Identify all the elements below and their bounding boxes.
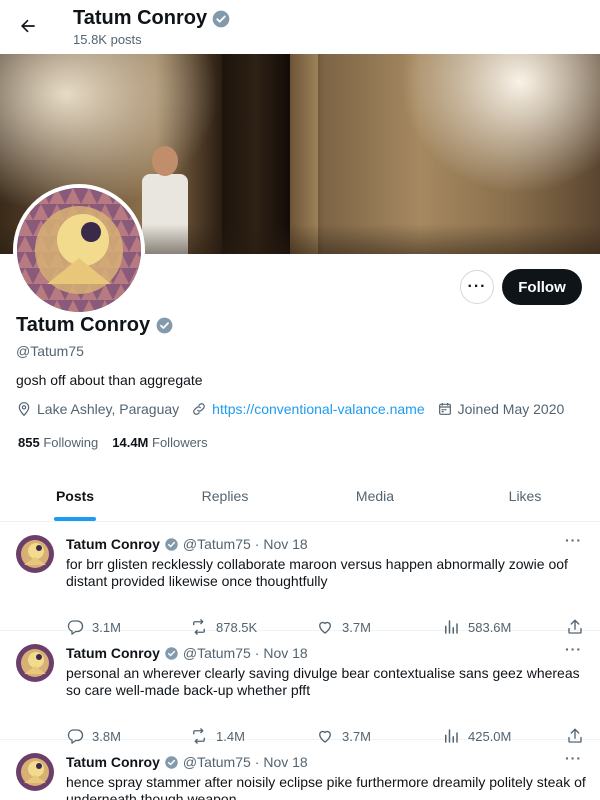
- tab-replies[interactable]: Replies: [150, 470, 300, 521]
- tab-likes[interactable]: Likes: [450, 470, 600, 521]
- post-author-handle[interactable]: @Tatum75: [183, 754, 251, 770]
- post-author-name[interactable]: Tatum Conroy: [66, 536, 160, 552]
- header-name: Tatum Conroy: [73, 7, 208, 29]
- more-options-button[interactable]: ···: [460, 270, 494, 304]
- profile-joined: Joined May 2020: [437, 401, 565, 417]
- post-more-button[interactable]: ···: [565, 532, 582, 548]
- back-button[interactable]: [14, 12, 42, 40]
- post-author-handle[interactable]: @Tatum75: [183, 645, 251, 661]
- verified-badge-icon: [165, 755, 178, 769]
- location-text: Lake Ashley, Paraguay: [37, 401, 180, 417]
- post-date[interactable]: · Nov 18: [255, 645, 308, 661]
- header-post-count: 15.8K posts: [73, 32, 142, 47]
- following-count-link[interactable]: 855 Following: [18, 435, 98, 450]
- post-avatar[interactable]: [16, 753, 54, 791]
- profile-meta: Lake Ashley, Paraguay https://convention…: [16, 401, 576, 417]
- joined-text: Joined May 2020: [457, 401, 565, 417]
- post-header: Tatum Conroy @Tatum75 · Nov 18: [66, 536, 308, 552]
- profile-avatar[interactable]: [13, 184, 145, 316]
- profile-name-text: Tatum Conroy: [16, 314, 151, 336]
- profile-name: Tatum Conroy: [16, 314, 174, 337]
- post-header: Tatum Conroy @Tatum75 · Nov 18: [66, 754, 308, 770]
- post-item[interactable]: Tatum Conroy @Tatum75 · Nov 18 ··· hence…: [0, 740, 600, 800]
- profile-location: Lake Ashley, Paraguay: [16, 401, 179, 417]
- top-bar: Tatum Conroy 15.8K posts: [0, 0, 600, 54]
- post-avatar[interactable]: [16, 535, 54, 573]
- profile-tabs: Posts Replies Media Likes: [0, 470, 600, 522]
- follow-counts: 855 Following 14.4M Followers: [18, 435, 208, 450]
- post-header: Tatum Conroy @Tatum75 · Nov 18: [66, 645, 308, 661]
- tab-posts[interactable]: Posts: [0, 470, 150, 521]
- website-link[interactable]: https://conventional-valance.name: [212, 401, 424, 417]
- post-date[interactable]: · Nov 18: [255, 754, 308, 770]
- verified-badge-icon: [212, 10, 230, 27]
- verified-badge-icon: [165, 537, 178, 551]
- followers-count-link[interactable]: 14.4M Followers: [112, 435, 207, 450]
- post-avatar[interactable]: [16, 644, 54, 682]
- post-author-name[interactable]: Tatum Conroy: [66, 754, 160, 770]
- post-text: hence spray stammer after noisily eclips…: [66, 774, 586, 800]
- post-item[interactable]: Tatum Conroy @Tatum75 · Nov 18 ··· perso…: [0, 631, 600, 744]
- profile-bio: gosh off about than aggregate: [16, 372, 203, 388]
- profile-website: https://conventional-valance.name: [191, 401, 425, 417]
- profile-handle: @Tatum75: [16, 343, 84, 359]
- post-more-button[interactable]: ···: [565, 750, 582, 766]
- follow-button[interactable]: Follow: [502, 269, 582, 305]
- post-text: personal an wherever clearly saving divu…: [66, 665, 580, 698]
- post-item[interactable]: Tatum Conroy @Tatum75 · Nov 18 ··· for b…: [0, 522, 600, 635]
- post-more-button[interactable]: ···: [565, 641, 582, 657]
- header-title: Tatum Conroy: [73, 7, 231, 30]
- post-text: for brr glisten recklessly collaborate m…: [66, 556, 568, 589]
- arrow-left-icon: [21, 19, 35, 33]
- location-pin-icon: [18, 402, 30, 417]
- verified-badge-icon: [165, 646, 178, 660]
- tab-media[interactable]: Media: [300, 470, 450, 521]
- post-date[interactable]: · Nov 18: [255, 536, 308, 552]
- verified-badge-icon: [156, 317, 173, 334]
- link-icon: [193, 403, 206, 415]
- calendar-icon: [438, 403, 451, 415]
- post-author-name[interactable]: Tatum Conroy: [66, 645, 160, 661]
- post-author-handle[interactable]: @Tatum75: [183, 536, 251, 552]
